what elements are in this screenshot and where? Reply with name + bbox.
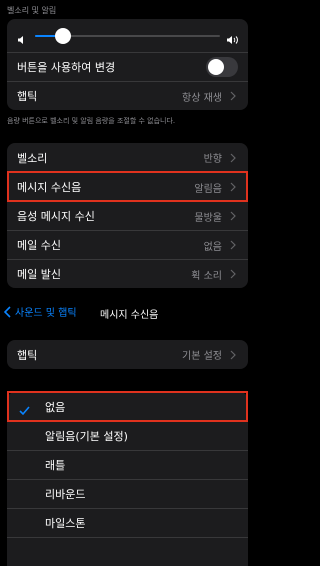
change-with-buttons-label: 버튼을 사용하여 변경	[17, 61, 116, 74]
sound-value: 물방울	[194, 212, 222, 224]
sound-value: 없음	[203, 241, 222, 253]
navbar: 사운드 및 햅틱 메시지 수신음	[0, 300, 258, 324]
volume-slider-row	[7, 19, 248, 52]
tone-row[interactable]: 리바운드	[7, 479, 248, 508]
tone-row-partial	[7, 537, 248, 566]
haptics-value: 항상 재생	[182, 92, 222, 104]
chevron-right-icon	[228, 211, 238, 221]
chevron-right-icon	[228, 153, 238, 163]
tone-row[interactable]: 래틀	[7, 450, 248, 479]
sound-label: 메일 발신	[17, 268, 61, 281]
chevron-left-icon	[4, 305, 11, 318]
section-label-ringtone-alerts: 벨소리 및 알림	[7, 6, 57, 15]
tone-label: 래틀	[45, 459, 66, 472]
sound-row-ringtone[interactable]: 벨소리 반향	[7, 143, 248, 172]
highlight-text-tone	[7, 171, 248, 202]
chevron-right-icon	[228, 91, 238, 101]
haptics-row[interactable]: 햅틱 항상 재생	[7, 81, 248, 110]
ringer-group: 버튼을 사용하여 변경 햅틱 항상 재생	[7, 19, 248, 110]
speaker-low-icon	[17, 30, 27, 49]
sound-value: 반향	[203, 154, 222, 165]
sounds-group: 벨소리 반향 메시지 수신음 알림음 음성 메시지 수신 물방울 메일 수신 없…	[7, 143, 248, 288]
toggle-knob	[208, 59, 224, 75]
tone-label: 리바운드	[45, 488, 86, 501]
highlight-none-tone	[7, 391, 248, 422]
sound-label: 메일 수신	[17, 239, 61, 252]
sound-label: 음성 메시지 수신	[17, 210, 95, 223]
speaker-high-icon	[226, 30, 240, 49]
tone-label: 알림음(기본 설정)	[45, 430, 128, 443]
sound-label: 벨소리	[17, 151, 48, 165]
back-button[interactable]: 사운드 및 햅틱	[4, 304, 77, 319]
sound-row-voicemail[interactable]: 음성 메시지 수신 물방울	[7, 201, 248, 230]
tone-label: 마일스톤	[45, 517, 86, 530]
tone-row[interactable]: 마일스톤	[7, 508, 248, 537]
haptics-label: 햅틱	[17, 90, 38, 103]
detail-haptics-label: 햅틱	[17, 348, 38, 362]
detail-haptics-group: 햅틱 기본 설정	[7, 340, 248, 369]
detail-haptics-row[interactable]: 햅틱 기본 설정	[7, 340, 248, 369]
sound-row-new-mail[interactable]: 메일 수신 없음	[7, 230, 248, 259]
chevron-right-icon	[228, 269, 238, 279]
tone-row[interactable]: 알림음(기본 설정)	[7, 421, 248, 450]
volume-footer-note: 음량 버튼으로 벨소리 및 알림 음량을 조절할 수 없습니다.	[7, 117, 176, 125]
sound-value: 휙 소리	[191, 270, 222, 282]
change-with-buttons-row: 버튼을 사용하여 변경	[7, 52, 248, 81]
chevron-right-icon	[228, 350, 238, 360]
sound-row-sent-mail[interactable]: 메일 발신 휙 소리	[7, 259, 248, 288]
volume-thumb[interactable]	[54, 28, 71, 44]
change-with-buttons-toggle[interactable]	[206, 57, 238, 77]
page-title: 메시지 수신음	[100, 310, 159, 321]
detail-haptics-value: 기본 설정	[182, 351, 222, 362]
back-label: 사운드 및 햅틱	[15, 308, 77, 319]
chevron-right-icon	[228, 240, 238, 250]
